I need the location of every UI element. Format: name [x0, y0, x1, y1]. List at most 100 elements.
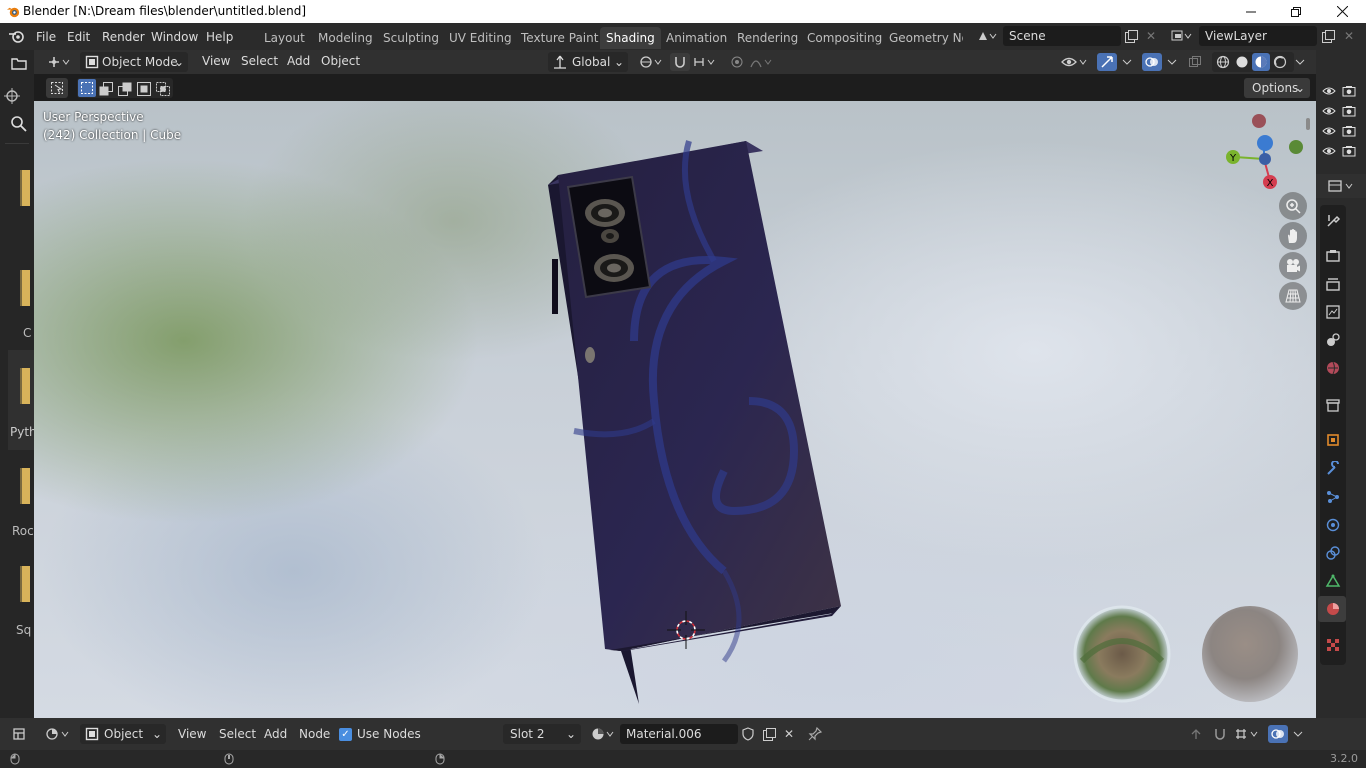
file-thumbnail[interactable]: [20, 566, 30, 602]
eye-icon[interactable]: [1322, 125, 1336, 137]
gizmo-neg-x-ball[interactable]: [1252, 114, 1266, 128]
tab-animation[interactable]: Animation: [660, 27, 733, 49]
tab-rendering[interactable]: Rendering: [731, 27, 804, 49]
chevron-down-icon[interactable]: [1118, 53, 1136, 71]
node-menu-select[interactable]: Select: [215, 725, 260, 743]
menu-file[interactable]: File: [32, 28, 60, 46]
properties-editor-type-icon[interactable]: [1326, 177, 1358, 195]
tab-modeling[interactable]: Modeling: [312, 27, 379, 49]
material-preview-sphere[interactable]: [1202, 606, 1298, 702]
tab-shading[interactable]: Shading: [600, 27, 661, 49]
camera-icon[interactable]: [1342, 85, 1356, 97]
node-snap-icon[interactable]: [1211, 725, 1229, 743]
3d-viewport[interactable]: User Perspective (242) Collection | Cube…: [34, 101, 1316, 718]
gizmo-neg-z-ball[interactable]: [1259, 153, 1271, 165]
constraints-properties-icon[interactable]: [1325, 545, 1341, 561]
hdri-preview-sphere[interactable]: [1073, 605, 1171, 703]
tab-layout[interactable]: Layout: [258, 27, 311, 49]
navigation-gizmo[interactable]: Y X: [1219, 109, 1309, 193]
tool-properties-icon[interactable]: [1325, 213, 1341, 229]
collection-properties-icon[interactable]: [1325, 397, 1341, 413]
select-subtract-icon[interactable]: [118, 82, 132, 96]
solid-shading-icon[interactable]: [1233, 53, 1251, 71]
shader-object-dropdown[interactable]: Object ⌄: [80, 724, 166, 744]
wireframe-shading-icon[interactable]: [1214, 53, 1232, 71]
menu-render[interactable]: Render: [98, 28, 149, 46]
select-intersect-icon[interactable]: [156, 82, 170, 96]
tab-geometry-nodes[interactable]: Geometry Noc: [883, 27, 963, 49]
file-thumbnail[interactable]: [20, 368, 30, 404]
delete-view-layer-icon[interactable]: ✕: [1340, 27, 1358, 45]
overlays-toggle-icon[interactable]: [1142, 53, 1162, 71]
physics-properties-icon[interactable]: [1325, 517, 1341, 533]
world-properties-icon[interactable]: [1325, 360, 1341, 376]
snap-toggle-icon[interactable]: [670, 53, 690, 71]
file-thumbnail[interactable]: [20, 468, 30, 504]
scene-selector-icon[interactable]: [974, 27, 1000, 45]
chevron-down-icon[interactable]: [1291, 53, 1309, 71]
node-menu-add[interactable]: Add: [260, 725, 291, 743]
material-slot-dropdown[interactable]: Slot 2 ⌄: [503, 724, 581, 744]
chevron-down-icon[interactable]: [1163, 53, 1181, 71]
pan-view-button[interactable]: [1279, 222, 1307, 250]
pivot-point-icon[interactable]: [638, 53, 664, 71]
rendered-shading-icon[interactable]: [1271, 53, 1289, 71]
perspective-toggle-button[interactable]: [1279, 282, 1307, 310]
object-properties-icon[interactable]: [1325, 432, 1341, 448]
chevron-down-icon[interactable]: [1289, 725, 1307, 743]
transform-orientation-dropdown[interactable]: Global ⌄: [548, 52, 628, 72]
zoom-view-button[interactable]: [1279, 192, 1307, 220]
eye-icon[interactable]: [1322, 145, 1336, 157]
file-thumbnail[interactable]: [20, 270, 30, 306]
object-mode-dropdown[interactable]: Object Mode ⌄: [80, 52, 188, 72]
node-overlays-toggle-icon[interactable]: [1268, 725, 1288, 743]
material-preview-shading-icon[interactable]: [1252, 53, 1270, 71]
options-dropdown[interactable]: Options ⌄: [1244, 78, 1310, 98]
tab-uv-editing[interactable]: UV Editing: [443, 27, 518, 49]
phone-model[interactable]: [548, 140, 841, 704]
tab-compositing[interactable]: Compositing: [801, 27, 888, 49]
gizmo-toggle-icon[interactable]: [1097, 53, 1117, 71]
duplicate-material-icon[interactable]: [760, 725, 778, 743]
tab-texture-paint[interactable]: Texture Paint: [515, 27, 604, 49]
menu-edit[interactable]: Edit: [63, 28, 94, 46]
data-properties-icon[interactable]: [1325, 573, 1341, 589]
use-nodes-toggle[interactable]: ✓ Use Nodes: [339, 727, 421, 741]
output-properties-icon[interactable]: [1325, 276, 1341, 292]
render-properties-icon[interactable]: [1325, 248, 1341, 264]
gizmo-neg-y-ball[interactable]: [1289, 140, 1303, 154]
close-button[interactable]: [1319, 0, 1365, 23]
minimize-button[interactable]: [1228, 0, 1274, 23]
select-new-button[interactable]: [78, 79, 96, 97]
texture-properties-icon[interactable]: [1325, 637, 1341, 653]
particles-properties-icon[interactable]: [1325, 489, 1341, 505]
tab-sculpting[interactable]: Sculpting: [377, 27, 445, 49]
menu-window[interactable]: Window: [147, 28, 202, 46]
parent-node-tree-icon[interactable]: [1187, 725, 1205, 743]
material-name-field[interactable]: Material.006: [620, 724, 738, 744]
restore-button[interactable]: [1273, 0, 1319, 23]
select-invert-icon[interactable]: [137, 82, 151, 96]
menu-help[interactable]: Help: [202, 28, 237, 46]
modifier-properties-icon[interactable]: [1325, 461, 1341, 477]
view-layer-selector-icon[interactable]: [1168, 27, 1196, 45]
select-tool-button[interactable]: [46, 78, 68, 98]
eye-icon[interactable]: [1322, 105, 1336, 117]
material-properties-icon[interactable]: [1325, 601, 1341, 617]
camera-icon[interactable]: [1342, 145, 1356, 157]
camera-view-button[interactable]: [1279, 252, 1307, 280]
view-layer-properties-icon[interactable]: [1325, 304, 1341, 320]
proportional-falloff-icon[interactable]: [748, 53, 776, 71]
blender-menu-icon[interactable]: [9, 29, 25, 43]
shader-type-selector-icon[interactable]: [44, 725, 74, 743]
use-nodes-checkbox[interactable]: ✓: [339, 727, 352, 741]
node-menu-node[interactable]: Node: [295, 725, 334, 743]
unlink-material-icon[interactable]: ✕: [780, 725, 798, 743]
node-editor-type-icon[interactable]: [10, 725, 28, 743]
pin-icon[interactable]: [806, 725, 824, 743]
delete-scene-icon[interactable]: ✕: [1142, 27, 1160, 45]
file-browser-icon[interactable]: [11, 56, 27, 70]
node-menu-view[interactable]: View: [174, 725, 210, 743]
gizmo-z-ball[interactable]: [1257, 135, 1273, 151]
viewport-menu-add[interactable]: Add: [283, 52, 314, 70]
